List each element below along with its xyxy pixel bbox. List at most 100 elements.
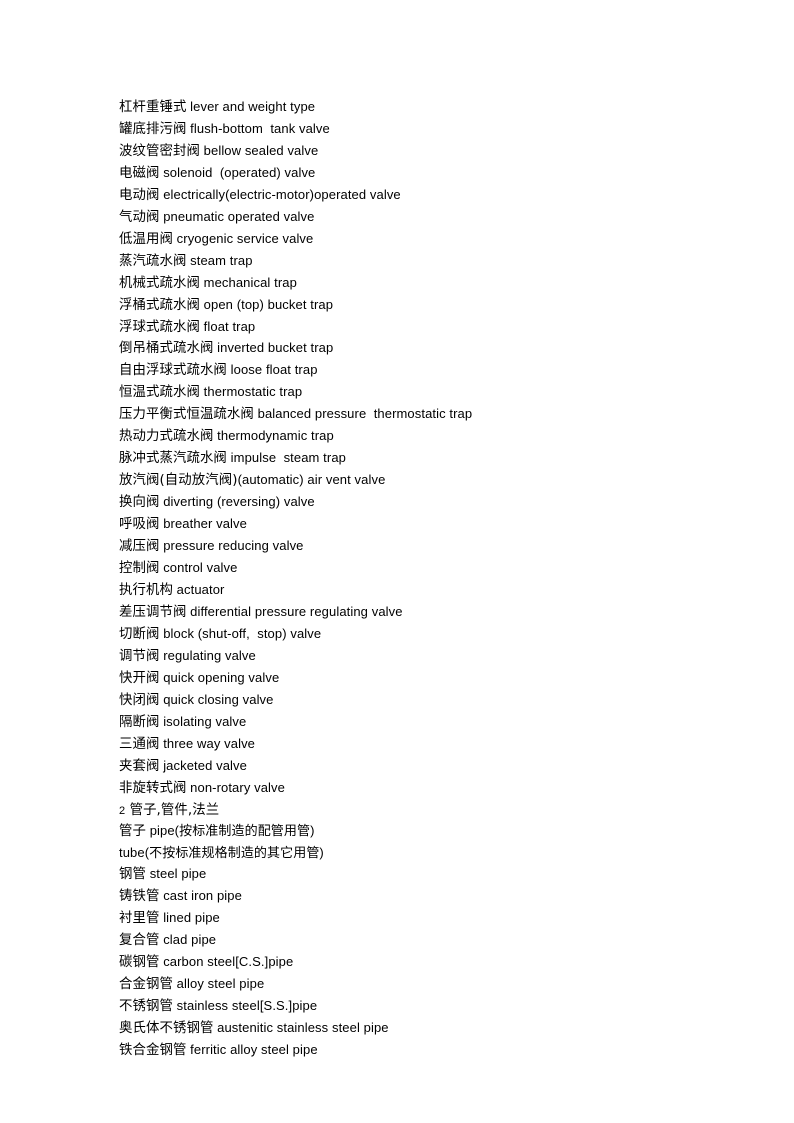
glossary-entry: 控制阀 control valve — [119, 558, 679, 580]
entry-term: 复合管 — [119, 933, 160, 949]
glossary-entry: tube(不按标准规格制造的其它用管) — [119, 843, 679, 864]
entry-term: 电磁阀 — [119, 165, 160, 181]
entry-term: 波纹管密封阀 — [119, 143, 200, 159]
glossary-entry: 合金钢管 alloy steel pipe — [119, 974, 679, 996]
entry-gloss: quick closing valve — [159, 691, 274, 707]
entry-gloss: impulse steam trap — [226, 450, 346, 466]
glossary-entry: 换向阀 diverting (reversing) valve — [119, 492, 679, 514]
entry-gloss: bellow sealed valve — [199, 142, 319, 158]
entry-term: 管子,管件,法兰 — [125, 802, 220, 818]
glossary-entry: 电磁阀 solenoid (operated) valve — [119, 163, 679, 185]
entry-gloss: differential pressure regulating valve — [186, 603, 403, 619]
entry-term: 钢管 — [119, 867, 146, 883]
entry-gloss: thermodynamic trap — [213, 428, 334, 444]
entry-gloss: non-rotary valve — [186, 779, 285, 795]
entry-gloss: lever and weight type — [186, 99, 316, 114]
entry-gloss: alloy steel pipe — [172, 976, 265, 992]
entry-gloss: mechanical trap — [199, 274, 297, 290]
entry-gloss: quick opening valve — [159, 669, 280, 685]
entry-gloss: (automatic) air vent valve — [237, 472, 386, 488]
entry-term: 夹套阀 — [119, 758, 160, 774]
glossary-entry: 三通阀 three way valve — [119, 734, 679, 756]
entry-gloss: three way valve — [159, 735, 256, 751]
glossary-entry: 杠杆重锤式 lever and weight type — [119, 97, 679, 119]
entry-gloss: thermostatic trap — [199, 384, 303, 400]
entry-term: 浮球式疏水阀 — [119, 319, 200, 335]
entry-term: 低温用阀 — [119, 231, 173, 247]
glossary-entry: 机械式疏水阀 mechanical trap — [119, 273, 679, 295]
entry-gloss: inverted bucket trap — [213, 340, 334, 356]
entry-term: 自由浮球式疏水阀 — [119, 363, 227, 379]
entry-term: 热动力式疏水阀 — [119, 429, 214, 445]
entry-term: 减压阀 — [119, 539, 160, 555]
glossary-entry: 复合管 clad pipe — [119, 930, 679, 952]
entry-gloss: loose float trap — [226, 362, 318, 378]
entry-term: 切断阀 — [119, 626, 160, 642]
glossary-entry: 热动力式疏水阀 thermodynamic trap — [119, 426, 679, 448]
entry-term: 换向阀 — [119, 495, 160, 511]
entry-term: 恒温式疏水阀 — [119, 385, 200, 401]
entry-gloss: ferritic alloy steel pipe — [186, 1041, 318, 1057]
glossary-entry: 倒吊桶式疏水阀 inverted bucket trap — [119, 338, 679, 360]
entry-term: 呼吸阀 — [119, 517, 160, 533]
entry-gloss: solenoid (operated) valve — [159, 164, 316, 180]
glossary-entry: 快开阀 quick opening valve — [119, 668, 679, 690]
entry-term: 蒸汽疏水阀 — [119, 253, 187, 269]
entry-term: 机械式疏水阀 — [119, 275, 200, 291]
entry-gloss: open (top) bucket trap — [199, 296, 334, 312]
glossary-entry: 钢管 steel pipe — [119, 864, 679, 886]
entry-gloss: cryogenic service valve — [172, 230, 314, 246]
glossary-entry: 调节阀 regulating valve — [119, 646, 679, 668]
glossary-entry: 夹套阀 jacketed valve — [119, 756, 679, 778]
glossary-entry: 波纹管密封阀 bellow sealed valve — [119, 141, 679, 163]
entry-term: 铁合金钢管 — [119, 1042, 187, 1058]
entry-term: 不锈钢管 — [119, 999, 173, 1015]
document-page: 杠杆重锤式 lever and weight type 罐底排污阀 flush-b… — [0, 0, 794, 1123]
entry-gloss: lined pipe — [159, 910, 220, 926]
glossary-entry: 呼吸阀 breather valve — [119, 514, 679, 536]
entry-gloss: regulating valve — [159, 647, 256, 663]
entry-term: 调节阀 — [119, 648, 160, 664]
entry-gloss: steel pipe — [145, 866, 207, 882]
entry-term: 压力平衡式恒温疏水阀 — [119, 407, 254, 423]
entry-gloss: cast iron pipe — [159, 888, 242, 904]
glossary-entry: 电动阀 electrically(electric-motor)operated… — [119, 185, 679, 207]
glossary-entry: 奥氏体不锈钢管 austenitic stainless steel pipe — [119, 1018, 679, 1040]
glossary-entry: 蒸汽疏水阀 steam trap — [119, 251, 679, 273]
entry-gloss: block (shut-off, stop) valve — [159, 625, 322, 641]
entry-term: 浮桶式疏水阀 — [119, 297, 200, 313]
entry-gloss: isolating valve — [159, 713, 247, 729]
entry-gloss: control valve — [159, 560, 238, 576]
entry-term: 合金钢管 — [119, 977, 173, 993]
entry-term: 执行机构 — [119, 582, 173, 598]
glossary-entry: 切断阀 block (shut-off, stop) valve — [119, 624, 679, 646]
entry-term: 放汽阀(自动放汽阀) — [119, 473, 238, 489]
entry-gloss: balanced pressure thermostatic trap — [253, 406, 473, 422]
glossary-entry: 脉冲式蒸汽疏水阀 impulse steam trap — [119, 448, 679, 470]
glossary-entry: 放汽阀(自动放汽阀)(automatic) air vent valve — [119, 470, 679, 492]
glossary-entry: 气动阀 pneumatic operated valve — [119, 207, 679, 229]
glossary-entry: 衬里管 lined pipe — [119, 908, 679, 930]
entry-gloss: tube(不按标准规格制造的其它用管) — [119, 845, 324, 861]
glossary-entry: 差压调节阀 differential pressure regulating v… — [119, 602, 679, 624]
entry-term: 三通阀 — [119, 736, 160, 752]
entry-term: 电动阀 — [119, 187, 160, 203]
entry-term: 铸铁管 — [119, 889, 160, 905]
entry-term: 隔断阀 — [119, 714, 160, 730]
entry-gloss: breather valve — [159, 516, 247, 532]
entry-term: 碳钢管 — [119, 955, 160, 971]
entry-term: 非旋转式阀 — [119, 780, 187, 796]
section-heading: 2 管子,管件,法兰 — [119, 800, 679, 822]
glossary-entry: 恒温式疏水阀 thermostatic trap — [119, 382, 679, 404]
glossary-entry: 铸铁管 cast iron pipe — [119, 886, 679, 908]
entry-term: 衬里管 — [119, 911, 160, 927]
entry-gloss: clad pipe — [159, 932, 217, 948]
entry-gloss: jacketed valve — [159, 757, 247, 773]
glossary-entry: 快闭阀 quick closing valve — [119, 690, 679, 712]
entry-gloss: float trap — [199, 318, 256, 334]
glossary-entry: 隔断阀 isolating valve — [119, 712, 679, 734]
entry-gloss: pressure reducing valve — [159, 538, 304, 554]
entry-term: 奥氏体不锈钢管 — [119, 1021, 214, 1037]
glossary-entry: 铁合金钢管 ferritic alloy steel pipe — [119, 1040, 679, 1062]
entry-gloss: pipe(按标准制造的配管用管) — [145, 823, 315, 839]
